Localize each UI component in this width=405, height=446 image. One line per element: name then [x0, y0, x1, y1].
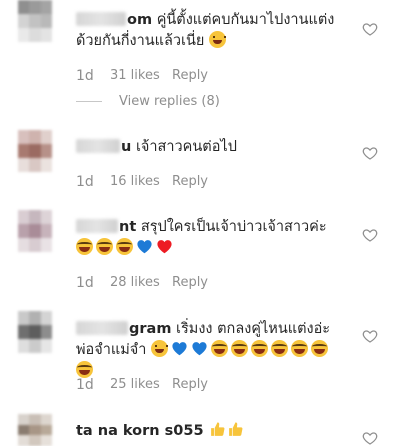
laugh-emoji-icon: [76, 361, 93, 378]
heart-outline-icon[interactable]: [362, 430, 378, 446]
laugh-emoji-icon: [211, 340, 229, 357]
reply-button[interactable]: Reply: [172, 377, 208, 393]
likes-count[interactable]: 28 likes: [110, 275, 172, 291]
comment-text-block: nt สรุปใครเป็นเจ้าบ่าวเจ้าสาวค่ะ: [76, 217, 346, 259]
blue-heart-emoji-icon: [137, 240, 152, 254]
comment-age: 1d: [76, 68, 94, 84]
red-heart-emoji-icon: [157, 240, 172, 254]
comment-text-block: u เจ้าสาวคนต่อไป: [76, 137, 346, 158]
comment-age: 1d: [76, 377, 94, 393]
comment-text: เจ้าสาวคนต่อไป: [135, 139, 237, 155]
username-redacted: [76, 219, 118, 233]
comment-text-block: ta na korn s055: [76, 421, 346, 442]
comment-text-block: gram เริ่มงง ตกลงคู่ไหนแต่งอ่ะพ่อจำแม่จำ: [76, 319, 346, 382]
avatar[interactable]: [18, 0, 52, 42]
blue-heart-emoji-icon: [172, 342, 187, 356]
heart-outline-icon[interactable]: [362, 227, 378, 243]
heart-outline-icon[interactable]: [362, 145, 378, 161]
heart-outline-icon[interactable]: [362, 328, 378, 344]
thumbs-up-emoji-icon: [211, 422, 225, 436]
avatar[interactable]: [18, 311, 52, 353]
likes-count[interactable]: 31 likes: [110, 68, 172, 84]
reply-button[interactable]: Reply: [172, 275, 208, 291]
laugh-emoji-icon: [291, 340, 309, 357]
smile-emoji-icon: [209, 31, 227, 48]
avatar[interactable]: [18, 210, 52, 252]
laugh-emoji-icon: [76, 238, 93, 255]
likes-count[interactable]: 16 likes: [110, 174, 172, 190]
comment-text-block: om คู่นี้ตั้งแต่คบกันมาไปงานแต่งด้วยกันก…: [76, 10, 346, 52]
laugh-emoji-icon: [116, 238, 133, 255]
laugh-emoji-icon: [231, 340, 249, 357]
reply-button[interactable]: Reply: [172, 174, 208, 190]
thumbs-up-emoji-icon: [229, 422, 243, 436]
reply-button[interactable]: Reply: [172, 68, 208, 84]
username-redacted: [76, 321, 128, 335]
avatar[interactable]: [18, 414, 52, 446]
username-redacted: [76, 139, 120, 153]
comment-username[interactable]: gram: [129, 321, 171, 337]
comment-meta: 1d 28 likes Reply: [76, 275, 208, 291]
comment-text: สรุปใครเป็นเจ้าบ่าวเจ้าสาวค่ะ: [140, 219, 327, 235]
likes-count[interactable]: 25 likes: [110, 377, 172, 393]
laugh-emoji-icon: [251, 340, 269, 357]
comment-meta: 1d 16 likes Reply: [76, 174, 208, 190]
replies-divider: [76, 101, 102, 102]
laugh-emoji-icon: [271, 340, 289, 357]
laugh-emoji-icon: [311, 340, 329, 357]
comment-username[interactable]: ta na korn s055: [76, 423, 204, 439]
smile-emoji-icon: [151, 340, 169, 357]
avatar[interactable]: [18, 130, 52, 172]
comment-username[interactable]: nt: [119, 219, 136, 235]
comment-age: 1d: [76, 275, 94, 291]
comment-meta: 1d 25 likes Reply: [76, 377, 208, 393]
blue-heart-emoji-icon: [192, 342, 207, 356]
view-replies-label[interactable]: View replies (8): [119, 94, 220, 109]
laugh-emoji-icon: [96, 238, 113, 255]
username-redacted: [76, 12, 126, 26]
view-replies-button[interactable]: View replies (8): [76, 94, 220, 109]
heart-outline-icon[interactable]: [362, 21, 378, 37]
comment-meta: 1d 31 likes Reply: [76, 68, 208, 84]
comment-username[interactable]: om: [127, 12, 152, 28]
comment-age: 1d: [76, 174, 94, 190]
comment-username[interactable]: u: [121, 139, 131, 155]
